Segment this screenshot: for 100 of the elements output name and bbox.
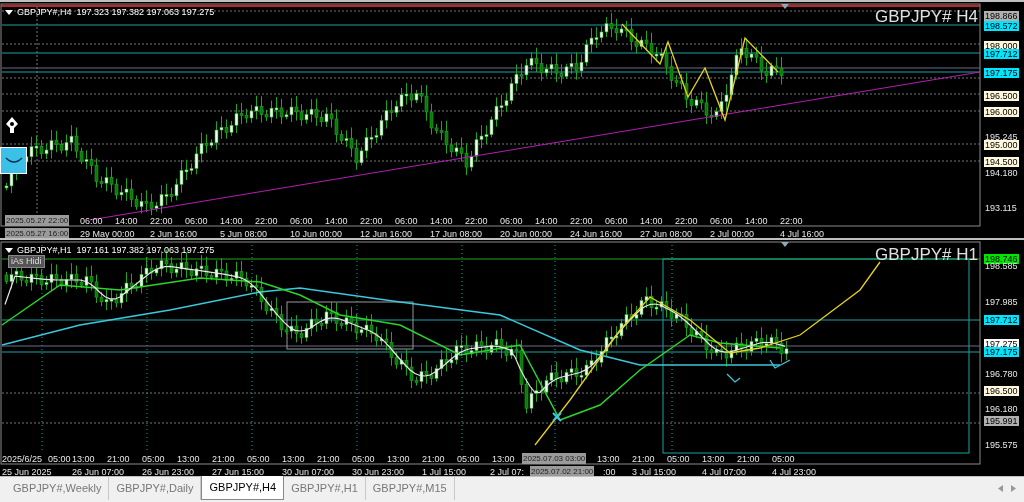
- price-axis-label: 197.712: [984, 49, 1019, 59]
- date-axis-label: 1 Jul 15:00: [422, 467, 467, 476]
- time-axis-label: 22:00: [150, 216, 173, 226]
- chart-tab[interactable]: GBPJPY#,H1: [284, 477, 366, 500]
- date-axis-label: 17 Jun 08:00: [430, 229, 483, 238]
- symbol-label: GBPJPY# H4: [875, 7, 978, 27]
- time-axis-label: 21:00: [107, 454, 130, 464]
- date-axis-label: 4 Jul 23:00: [772, 467, 817, 476]
- price-axis-label: 198.866: [984, 11, 1019, 21]
- date-axis-label: 26 Jun 23:00: [142, 467, 195, 476]
- date-axis-label: 2 Jun 16:00: [150, 229, 198, 238]
- date-axis-label: 4 Jul 16:00: [780, 229, 825, 238]
- scroll-marker-icon: [781, 4, 789, 9]
- time-axis-label: 14:00: [745, 216, 768, 226]
- price-axis-label: 194.500: [984, 157, 1019, 167]
- date-axis-label: 12 Jun 16:00: [360, 229, 413, 238]
- price-axis-label: 194.180: [984, 168, 1019, 178]
- time-axis-label: 14:00: [220, 216, 243, 226]
- price-axis-label: 195.000: [984, 140, 1019, 150]
- time-axis-label: 05:00: [352, 454, 375, 464]
- date-axis-label: 27 Jun 15:00: [212, 467, 265, 476]
- time-axis-label: 14:00: [325, 216, 348, 226]
- date-axis-label: 3 Jul 15:00: [632, 467, 677, 476]
- time-axis-label: 06:00: [500, 216, 523, 226]
- time-axis-label: 14:00: [115, 216, 138, 226]
- pen-nib-icon[interactable]: [3, 115, 21, 135]
- forecast-curve: [726, 359, 791, 383]
- time-axis-label: 06:00: [395, 216, 418, 226]
- time-axis-label: 06:00: [185, 216, 208, 226]
- price-axis-label: 197.175: [984, 68, 1019, 78]
- price-axis-label: 196.780: [984, 369, 1019, 379]
- time-axis-label: 21:00: [737, 454, 760, 464]
- price-axis-label: 195.245: [984, 132, 1019, 142]
- time-axis-label: 21:00: [317, 454, 340, 464]
- time-axis-label: 14:00: [640, 216, 663, 226]
- price-axis-label: 198.572: [984, 21, 1019, 31]
- time-axis-label: 13:00: [282, 454, 305, 464]
- chart-header: GBPJPY#,H4 197.323 197.382 197.063 197.275: [17, 7, 215, 17]
- price-axis-label: 196.000: [984, 107, 1019, 117]
- time-axis-label: 13:00: [492, 454, 515, 464]
- date-axis-label: 30 Jun 23:00: [352, 467, 405, 476]
- date-axis-label: 25 Jun 2025: [2, 467, 52, 476]
- price-axis-label: 195.575: [984, 440, 1019, 450]
- symbol-label: GBPJPY# H1: [875, 245, 978, 265]
- time-axis-label: 05:00: [142, 454, 165, 464]
- chart-tab[interactable]: GBPJPY#,M15: [365, 477, 455, 500]
- crosshair-time-label: 2025.07.03 03:00: [522, 453, 587, 464]
- date-axis-label: 24 Jun 16:00: [570, 229, 623, 238]
- time-axis-label: 05:00: [247, 454, 270, 464]
- chart-header: GBPJPY#,H1 197.161 197.382 197.063 197.275: [17, 245, 215, 255]
- time-axis-label: 06:00: [710, 216, 733, 226]
- time-axis-label: 06:00: [80, 216, 103, 226]
- time-axis-label: 22:00: [360, 216, 383, 226]
- time-axis-label: 05:00: [457, 454, 480, 464]
- crosshair-time-label: 2025.05.27 22:00: [5, 215, 70, 226]
- date-axis-label: :00: [603, 467, 616, 476]
- time-axis-label: 06:00: [290, 216, 313, 226]
- price-axis-label: 196.500: [984, 386, 1019, 396]
- chart-tab[interactable]: GBPJPY#,H4: [201, 476, 285, 500]
- date-axis-label: 30 Jun 07:00: [282, 467, 335, 476]
- time-axis-label: 21:00: [422, 454, 445, 464]
- price-axis-label: 196.180: [984, 404, 1019, 414]
- time-axis-label: 13:00: [702, 454, 725, 464]
- time-axis-label: 22:00: [255, 216, 278, 226]
- date-axis-label: 29 May 00:00: [80, 229, 135, 238]
- time-axis-label: 05:00: [48, 454, 71, 464]
- smile-icon[interactable]: [0, 147, 27, 174]
- time-axis-label: 06:00: [605, 216, 628, 226]
- time-axis-label: 14:00: [535, 216, 558, 226]
- time-axis-label: 13:00: [387, 454, 410, 464]
- time-axis-label: 21:00: [632, 454, 655, 464]
- date-axis-label: 2 Jul 00:00: [710, 229, 755, 238]
- time-axis-label: 22:00: [675, 216, 698, 226]
- time-axis-label: 14:00: [430, 216, 453, 226]
- time-axis-label: 13:00: [72, 454, 95, 464]
- date-axis-label: 26 Jun 07:00: [72, 467, 125, 476]
- price-axis-label: 197.712: [984, 315, 1019, 325]
- time-axis-label: 2025/6/25: [2, 454, 43, 464]
- indicator-button[interactable]: iAs Hidi: [8, 255, 45, 268]
- price-axis-label: 197.985: [984, 297, 1019, 307]
- time-axis-label: 13:00: [597, 454, 620, 464]
- scroll-marker-icon: [781, 242, 789, 247]
- date-axis-label: 4 Jul 07:00: [702, 467, 747, 476]
- time-axis-label: 22:00: [780, 216, 803, 226]
- cross-marker-icon: [552, 412, 562, 422]
- date-axis-label: 27 Jun 08:00: [640, 229, 693, 238]
- collapse-triangle-icon[interactable]: [5, 9, 13, 15]
- time-axis-label: 13:00: [177, 454, 200, 464]
- time-axis-label: 22:00: [570, 216, 593, 226]
- price-axis-label: 195.991: [984, 416, 1019, 426]
- chart-tab[interactable]: GBPJPY#,Weekly: [6, 477, 110, 500]
- price-axis-label: 197.175: [984, 347, 1019, 357]
- time-axis-label: 22:00: [465, 216, 488, 226]
- price-axis-label: 196.500: [984, 91, 1019, 101]
- time-axis-label: 05:00: [667, 454, 690, 464]
- date-axis-label: 5 Jun 08:00: [220, 229, 268, 238]
- time-axis-label: 05:00: [772, 454, 795, 464]
- date-axis-label: 10 Jun 00:00: [290, 229, 343, 238]
- time-axis-label: 21:00: [212, 454, 235, 464]
- date-axis-label: 20 Jun 00:00: [500, 229, 553, 238]
